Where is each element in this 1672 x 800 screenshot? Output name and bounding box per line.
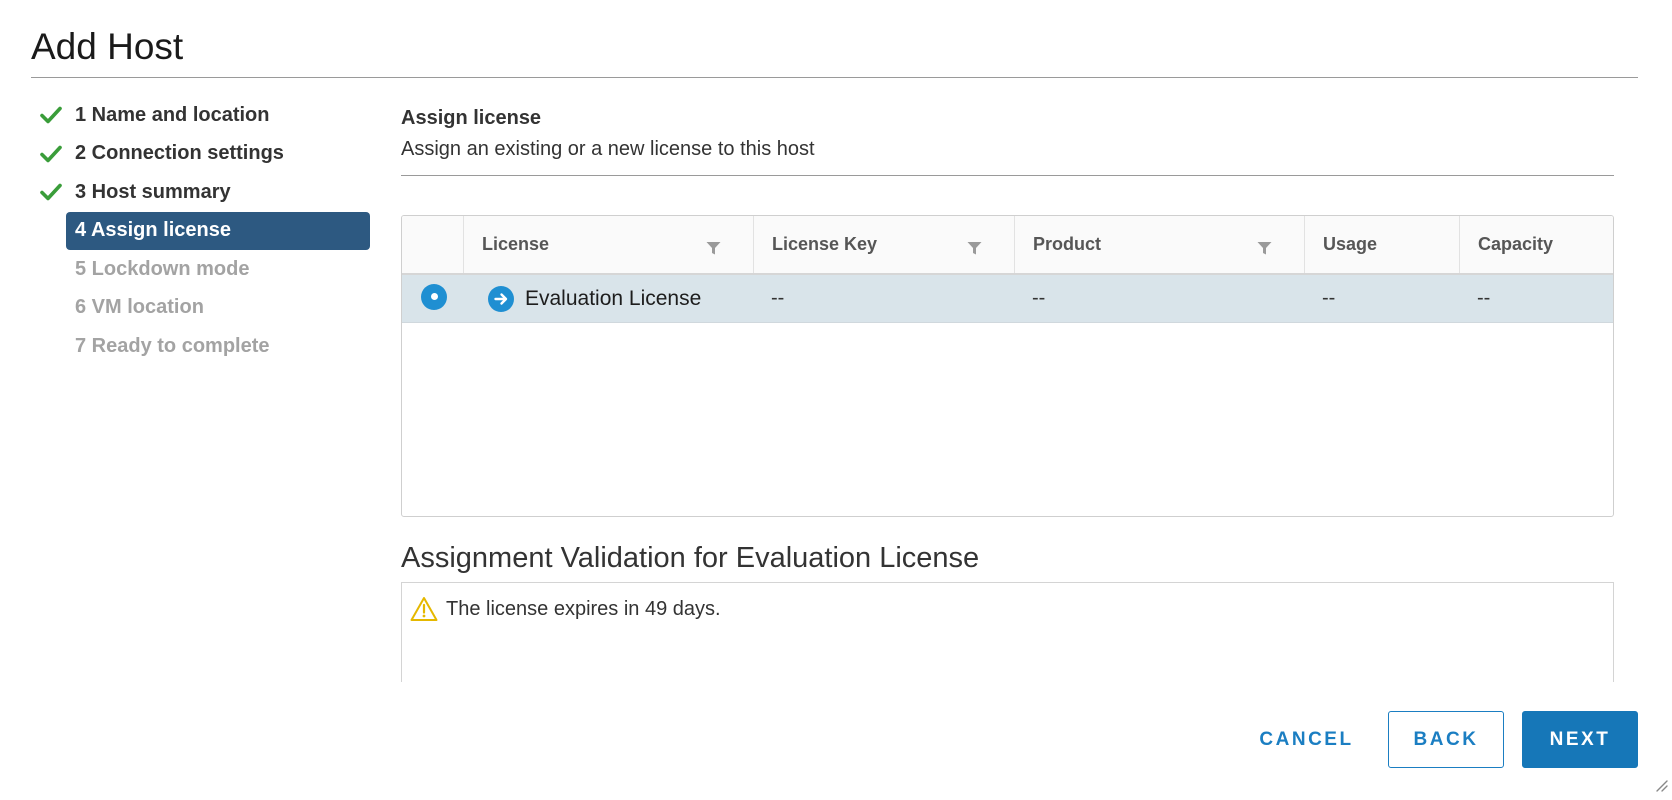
column-header-capacity[interactable]: Capacity: [1459, 216, 1613, 273]
title-divider: [31, 77, 1638, 78]
step-label: 1 Name and location: [75, 103, 270, 126]
add-host-dialog: Add Host 1 Name and location 2 Connectio…: [0, 0, 1672, 800]
step-label: 7 Ready to complete: [75, 334, 270, 357]
step-host-summary[interactable]: 3 Host summary: [40, 173, 370, 212]
step-assign-license[interactable]: 4 Assign license: [66, 211, 370, 250]
column-header-select: [402, 216, 463, 273]
filter-icon[interactable]: [967, 240, 982, 261]
table-row[interactable]: Evaluation License -- -- -- --: [402, 275, 1613, 323]
resize-grip-icon[interactable]: [1654, 777, 1668, 796]
next-button[interactable]: NEXT: [1522, 711, 1638, 768]
column-header-usage[interactable]: Usage: [1304, 216, 1459, 273]
checkmark-icon: [40, 106, 68, 124]
filter-icon[interactable]: [1257, 240, 1272, 261]
step-label: 6 VM location: [75, 296, 204, 319]
dialog-footer: CANCEL BACK NEXT: [1244, 711, 1638, 768]
wizard-steps: 1 Name and location 2 Connection setting…: [40, 96, 370, 366]
product-cell: --: [1032, 287, 1046, 309]
step-label: 3 Host summary: [75, 180, 231, 203]
step-connection-settings[interactable]: 2 Connection settings: [40, 135, 370, 174]
step-lockdown-mode: 5 Lockdown mode: [40, 250, 370, 289]
license-name: Evaluation License: [525, 286, 702, 310]
step-label: 4 Assign license: [75, 219, 231, 242]
step-ready-to-complete: 7 Ready to complete: [40, 327, 370, 366]
row-select-radio[interactable]: [421, 283, 447, 310]
filter-icon[interactable]: [706, 240, 721, 261]
validation-message: The license expires in 49 days.: [446, 598, 721, 620]
usage-cell: --: [1322, 287, 1336, 309]
column-header-license-key[interactable]: License Key: [753, 216, 1014, 273]
license-key-cell: --: [771, 287, 785, 309]
column-header-license[interactable]: License: [463, 216, 753, 273]
main-content: Assign license Assign an existing or a n…: [401, 104, 1614, 682]
arrow-right-circle-icon: [488, 285, 514, 312]
checkmark-icon: [40, 183, 68, 201]
column-header-product[interactable]: Product: [1014, 216, 1304, 273]
step-vm-location: 6 VM location: [40, 289, 370, 328]
checkmark-icon: [40, 145, 68, 163]
license-grid: License License Key Product Usage Capaci…: [401, 215, 1614, 517]
step-name-and-location[interactable]: 1 Name and location: [40, 96, 370, 135]
dialog-title: Add Host: [31, 26, 184, 67]
grid-header: License License Key Product Usage Capaci…: [402, 216, 1613, 275]
section-description: Assign an existing or a new license to t…: [401, 138, 815, 160]
back-button[interactable]: BACK: [1388, 711, 1504, 768]
validation-title: Assignment Validation for Evaluation Lic…: [401, 542, 980, 574]
cancel-button[interactable]: CANCEL: [1244, 711, 1369, 768]
warning-icon: [410, 596, 438, 626]
step-label: 2 Connection settings: [75, 142, 284, 165]
section-heading: Assign license: [401, 107, 542, 129]
section-divider: [401, 175, 1614, 176]
step-label: 5 Lockdown mode: [75, 257, 250, 280]
capacity-cell: --: [1477, 287, 1491, 309]
validation-panel: The license expires in 49 days.: [401, 582, 1614, 682]
